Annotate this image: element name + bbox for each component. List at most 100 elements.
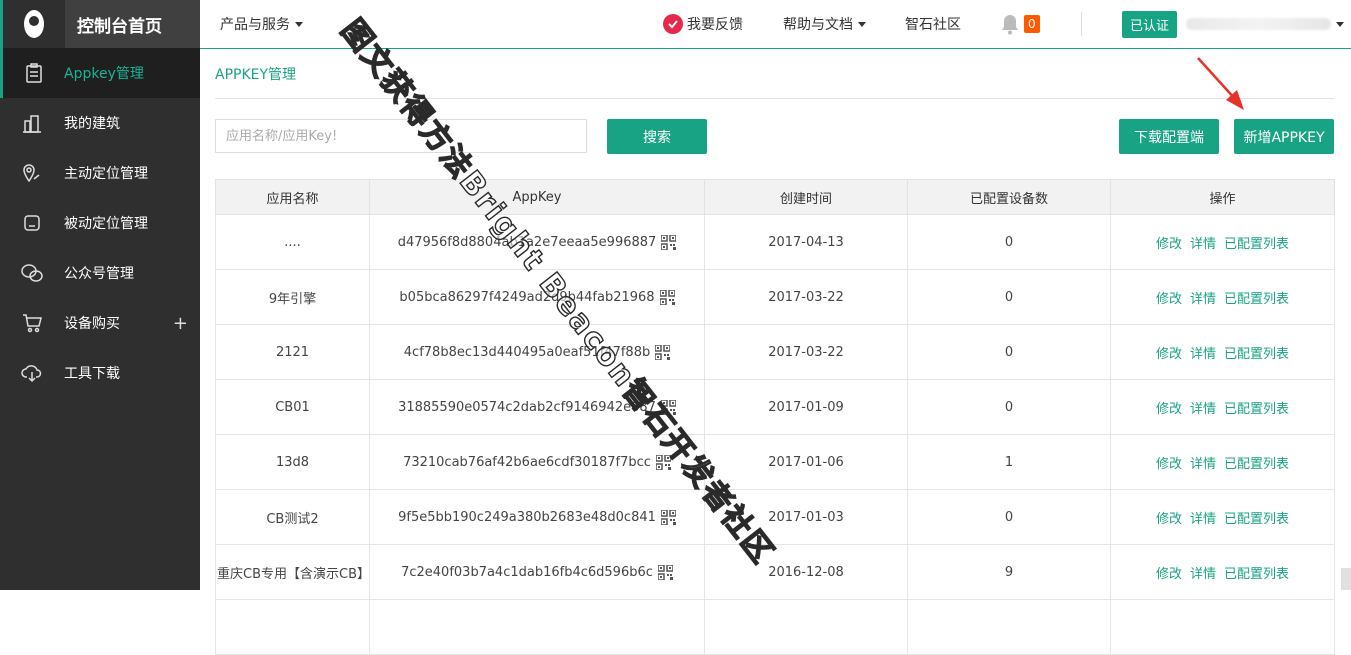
app-name-cell: 13d8 [215,434,370,490]
appkey-table: 应用名称 AppKey 创建时间 已配置设备数 操作 .... d47956f8d… [215,179,1335,655]
configured-list-link[interactable]: 已配置列表 [1224,402,1289,417]
qr-code-icon[interactable] [658,288,676,306]
edit-link[interactable]: 修改 [1156,292,1182,307]
notifications-button[interactable]: 0 [1000,0,1040,48]
community-link[interactable]: 智石社区 [905,0,961,48]
device-count-cell: 0 [907,489,1111,545]
app-name-cell: CB测试2 [215,489,370,545]
community-label: 智石社区 [905,17,961,33]
edit-link[interactable]: 修改 [1156,237,1182,252]
actions-cell: 修改 详情 已配置列表 [1110,434,1335,490]
qr-code-icon[interactable] [660,508,677,526]
configured-list-link[interactable]: 已配置列表 [1224,567,1289,582]
appkey-value: 7c2e40f03b7a4c1dab16fb4c6d596b6c [401,564,653,580]
app-name-cell: 重庆CB专用【含演示CB】 [215,544,370,600]
created-date-cell: 2017-01-09 [704,379,908,435]
table-row: CB01 31885590e0574c2dab2cf9146942e687 2017… [215,379,1335,435]
sidebar-item-label: 我的建筑 [64,116,120,132]
appkey-cell: 73210cab76af42b6ae6cdf30187f7bcc [369,434,705,490]
details-link[interactable]: 详情 [1190,567,1216,582]
appkey-cell: 31885590e0574c2dab2cf9146942e687 [369,379,705,435]
qr-code-icon[interactable] [660,398,677,416]
chevron-down-icon [1336,21,1344,27]
sidebar-item-passive-positioning[interactable]: 被动定位管理 [0,198,200,248]
sidebar-item-wechat[interactable]: 公众号管理 [0,248,200,298]
table-header-row: 应用名称 AppKey 创建时间 已配置设备数 操作 [215,179,1335,215]
configured-list-link[interactable]: 已配置列表 [1224,237,1289,252]
brand-header[interactable]: 控制台首页 [0,0,200,48]
help-docs-menu[interactable]: 帮助与文档 [783,0,866,48]
verified-badge[interactable]: 已认证 [1122,0,1178,48]
sidebar-item-device-purchase[interactable]: 设备购买 + [0,298,200,348]
help-docs-label: 帮助与文档 [783,17,853,33]
console-home-title[interactable]: 控制台首页 [65,0,200,48]
column-header-created: 创建时间 [704,179,908,215]
feedback-link[interactable]: 我要反馈 [663,0,743,48]
appkey-cell: d47956f8d8804ab1a2e7eeaa5e996887 [369,214,705,270]
details-link[interactable]: 详情 [1190,402,1216,417]
feedback-label: 我要反馈 [687,17,743,33]
sidebar-item-active-positioning[interactable]: 主动定位管理 [0,148,200,198]
empty-cell [369,599,705,655]
details-link[interactable]: 详情 [1190,457,1216,472]
feedback-icon [663,14,683,34]
device-count-cell: 0 [907,379,1111,435]
empty-cell [215,599,370,655]
sidebar-item-label: 主动定位管理 [64,166,148,182]
expand-plus-icon[interactable]: + [173,313,188,334]
table-row: 13d8 73210cab76af42b6ae6cdf30187f7bcc 2017… [215,434,1335,490]
configured-list-link[interactable]: 已配置列表 [1224,512,1289,527]
appkey-cell: 7c2e40f03b7a4c1dab16fb4c6d596b6c [369,544,705,600]
building-icon [0,113,64,133]
search-input[interactable] [215,119,587,153]
edit-link[interactable]: 修改 [1156,347,1182,362]
configured-list-link[interactable]: 已配置列表 [1224,292,1289,307]
details-link[interactable]: 详情 [1190,237,1216,252]
qr-code-icon[interactable] [657,563,674,581]
device-count-cell: 9 [907,544,1111,600]
edit-link[interactable]: 修改 [1156,512,1182,527]
appkey-value: 9f5e5bb190c249a380b2683e48d0c841 [398,509,656,525]
top-navigation-bar: 产品与服务 我要反馈 帮助与文档 智石社区 0 已认证 [200,0,1351,49]
qr-code-icon[interactable] [660,233,678,251]
actions-cell: 修改 详情 已配置列表 [1110,489,1335,545]
edit-link[interactable]: 修改 [1156,402,1182,417]
sidebar-item-tool-download[interactable]: 工具下载 [0,348,200,398]
edit-link[interactable]: 修改 [1156,457,1182,472]
products-services-menu[interactable]: 产品与服务 [220,0,303,48]
download-config-button[interactable]: 下载配置端 [1119,119,1219,154]
location-icon [0,163,64,183]
sidebar-item-label: 设备购买 [64,316,120,332]
details-link[interactable]: 详情 [1190,347,1216,362]
sidebar-item-appkey[interactable]: Appkey管理 [0,48,200,98]
sidebar-item-label: Appkey管理 [64,66,144,82]
products-services-label: 产品与服务 [220,17,290,33]
verified-label: 已认证 [1122,10,1178,38]
sidebar-item-buildings[interactable]: 我的建筑 [0,98,200,148]
created-date-cell: 2017-03-22 [704,269,908,325]
table-row: CB测试2 9f5e5bb190c249a380b2683e48d0c841 201… [215,489,1335,545]
search-button[interactable]: 搜索 [607,119,707,154]
qr-code-icon[interactable] [654,343,671,361]
created-date-cell: 2017-01-06 [704,434,908,490]
notification-count-badge: 0 [1024,15,1040,33]
actions-cell: 修改 详情 已配置列表 [1110,544,1335,600]
qr-code-icon[interactable] [655,453,672,471]
divider [215,98,1334,99]
add-appkey-button[interactable]: 新增APPKEY [1234,119,1334,154]
sidebar-item-label: 工具下载 [64,366,120,382]
configured-list-link[interactable]: 已配置列表 [1224,457,1289,472]
annotation-arrow-icon [1197,57,1244,110]
chevron-down-icon [858,21,866,27]
user-menu[interactable] [1186,0,1344,48]
details-link[interactable]: 详情 [1190,512,1216,527]
device-count-cell: 0 [907,269,1111,325]
scrollbar[interactable] [1341,568,1351,590]
divider [1081,12,1082,36]
configured-list-link[interactable]: 已配置列表 [1224,347,1289,362]
blurred-username [1186,18,1331,30]
chevron-down-icon [295,21,303,27]
breadcrumb: APPKEY管理 [215,67,297,83]
edit-link[interactable]: 修改 [1156,567,1182,582]
details-link[interactable]: 详情 [1190,292,1216,307]
